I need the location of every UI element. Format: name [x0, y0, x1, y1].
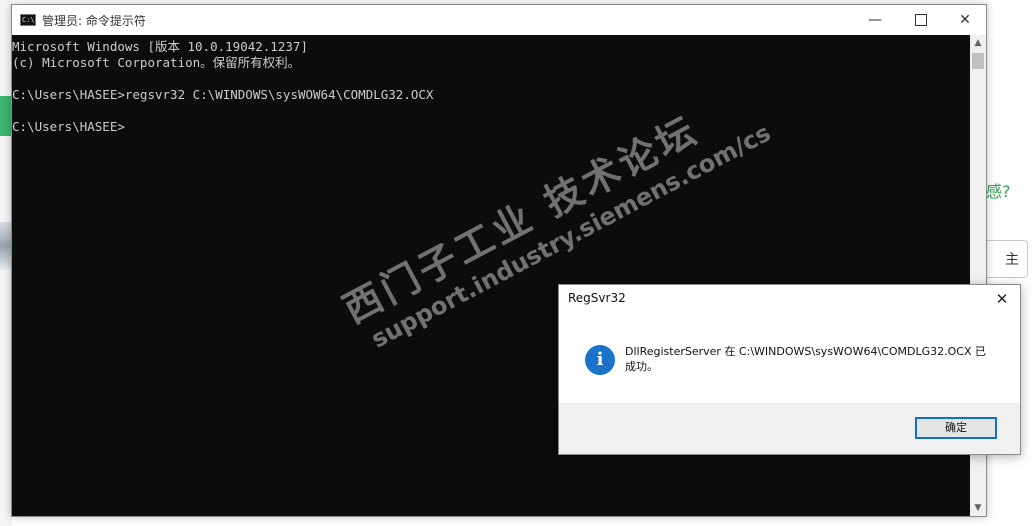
scroll-up-arrow-icon[interactable]: ▲ — [970, 35, 986, 51]
console-line: (c) Microsoft Corporation。保留所有权利。 — [12, 55, 301, 70]
console-titlebar[interactable]: C:\ 管理员: 命令提示符 — ✕ — [12, 5, 986, 35]
background-button-fragment[interactable]: 主 — [984, 240, 1028, 278]
scroll-down-arrow-icon[interactable]: ▼ — [970, 500, 986, 516]
maximize-icon — [915, 14, 927, 26]
dialog-message: DllRegisterServer 在 C:\WINDOWS\sysWOW64\… — [625, 345, 986, 373]
background-question-text: 感? — [986, 182, 1011, 201]
dialog-footer: 确定 — [559, 403, 1020, 454]
info-icon: i — [585, 345, 615, 375]
minimize-button[interactable]: — — [852, 5, 898, 35]
regsvr32-dialog[interactable]: RegSvr32 ✕ i DllRegisterServer 在 C:\WIND… — [558, 284, 1021, 455]
dialog-title: RegSvr32 — [568, 291, 626, 305]
scroll-thumb[interactable] — [972, 53, 984, 69]
cmd-icon: C:\ — [20, 14, 36, 26]
console-line: C:\Users\HASEE>regsvr32 C:\WINDOWS\sysWO… — [12, 87, 434, 102]
background-button-text: 主 — [1005, 252, 1019, 268]
dialog-close-button[interactable]: ✕ — [985, 285, 1019, 313]
maximize-button[interactable] — [898, 5, 944, 35]
ok-button[interactable]: 确定 — [915, 417, 997, 439]
console-title: 管理员: 命令提示符 — [42, 14, 146, 28]
close-button[interactable]: ✕ — [942, 5, 988, 35]
console-line: Microsoft Windows [版本 10.0.19042.1237] — [12, 39, 308, 54]
console-prompt[interactable]: C:\Users\HASEE> — [12, 119, 125, 135]
